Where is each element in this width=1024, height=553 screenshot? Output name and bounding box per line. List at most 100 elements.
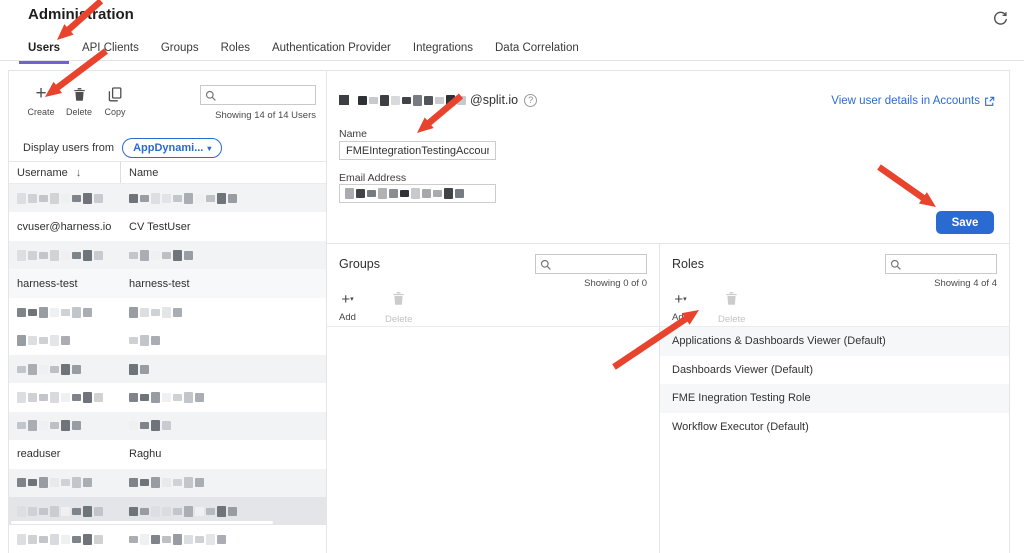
redacted-pixel <box>129 337 138 344</box>
delete-label: Delete <box>718 314 745 325</box>
table-row[interactable] <box>9 326 326 354</box>
name-cell: harness-test <box>121 278 326 290</box>
table-row[interactable] <box>9 383 326 411</box>
redacted-pixel <box>17 422 26 429</box>
redacted-pixel <box>39 337 48 344</box>
redacted-pixel <box>140 250 149 261</box>
table-row[interactable] <box>9 412 326 440</box>
redacted-pixel <box>206 508 215 515</box>
redacted-pixel <box>195 536 204 543</box>
table-row[interactable] <box>9 298 326 326</box>
redacted-pixel <box>140 394 149 401</box>
delete-role-button-disabled[interactable]: Delete <box>718 291 745 325</box>
horizontal-scrollbar[interactable] <box>11 521 273 524</box>
delete-label: Delete <box>59 107 99 117</box>
redacted-pixel <box>140 195 149 202</box>
username-cell <box>9 391 121 403</box>
copy-label: Copy <box>95 107 135 117</box>
redacted-pixel <box>217 535 226 544</box>
groups-title: Groups <box>339 257 380 271</box>
table-row[interactable] <box>9 525 326 553</box>
redacted-pixel <box>83 193 92 204</box>
add-role-button[interactable]: +▾ Add <box>672 291 689 323</box>
delete-group-button-disabled[interactable]: Delete <box>385 291 412 325</box>
redacted-pixel <box>184 193 193 204</box>
page-title: Administration <box>28 6 134 23</box>
redacted-pixel <box>140 479 149 486</box>
groups-search <box>535 254 647 274</box>
redacted-pixel <box>140 335 149 346</box>
table-row[interactable]: cvuser@harness.ioCV TestUser <box>9 212 326 240</box>
add-label: Add <box>339 312 356 323</box>
help-icon[interactable]: ? <box>524 94 537 107</box>
email-field[interactable] <box>339 184 496 203</box>
users-search-input[interactable] <box>219 86 313 104</box>
redacted-pixel <box>94 393 103 402</box>
table-row[interactable] <box>9 241 326 269</box>
groups-search-input[interactable] <box>554 255 644 273</box>
redacted-pixel <box>140 422 149 429</box>
redacted-pixel <box>61 336 70 345</box>
refresh-button[interactable] <box>989 9 1011 31</box>
table-row[interactable]: harness-testharness-test <box>9 269 326 297</box>
redacted-pixel <box>173 534 182 545</box>
redacted-pixel <box>83 250 92 261</box>
name-field[interactable] <box>339 141 496 160</box>
users-search <box>200 85 316 105</box>
table-row-selected[interactable] <box>9 497 326 525</box>
redacted-pixel <box>17 193 26 204</box>
redacted-pixel <box>50 506 59 517</box>
users-table-header: Username ↓ Name <box>9 161 326 184</box>
username-cell <box>9 534 121 546</box>
copy-user-button[interactable]: Copy <box>95 83 135 117</box>
redacted-pixel <box>422 189 431 198</box>
redacted-pixel <box>50 392 59 403</box>
username-cell <box>9 334 121 346</box>
redacted-pixel <box>140 308 149 317</box>
redacted-pixel <box>28 393 37 402</box>
refresh-icon <box>992 10 1009 30</box>
role-list-item[interactable]: FME Inegration Testing Role <box>660 384 1009 413</box>
name-cell <box>121 363 326 375</box>
redacted-pixel <box>39 252 48 259</box>
redacted-pixel <box>184 477 193 488</box>
create-user-button[interactable]: + Create <box>21 83 61 117</box>
redacted-pixel <box>151 309 160 316</box>
table-row[interactable] <box>9 184 326 212</box>
redacted-pixel <box>391 96 400 105</box>
sort-descending-icon[interactable]: ↓ <box>76 167 82 179</box>
role-list-item[interactable]: Workflow Executor (Default) <box>660 413 1009 442</box>
table-row[interactable] <box>9 355 326 383</box>
redacted-pixel <box>151 477 160 488</box>
delete-user-button[interactable]: Delete <box>59 83 99 117</box>
user-source-dropdown[interactable]: AppDynami...▾ <box>122 138 222 158</box>
redacted-pixel <box>444 188 453 199</box>
role-list-item[interactable]: Applications & Dashboards Viewer (Defaul… <box>660 327 1009 356</box>
username-cell: cvuser@harness.io <box>9 221 121 233</box>
table-row[interactable]: readuserRaghu <box>9 440 326 468</box>
column-header-username[interactable]: Username ↓ <box>9 162 121 183</box>
redacted-pixel <box>28 535 37 544</box>
copy-icon <box>95 83 135 105</box>
redacted-pixel <box>162 478 171 487</box>
roles-section: Roles Showing 4 of 4 +▾ Add <box>660 244 1009 553</box>
column-header-name[interactable]: Name <box>121 167 326 179</box>
redacted-pixel <box>129 478 138 487</box>
table-row[interactable] <box>9 469 326 497</box>
redacted-pixel <box>184 506 193 517</box>
redacted-pixel <box>345 188 354 199</box>
roles-search-input[interactable] <box>904 255 994 273</box>
name-cell <box>121 334 326 346</box>
role-list-item[interactable]: Dashboards Viewer (Default) <box>660 356 1009 385</box>
email-label: Email Address <box>339 172 406 184</box>
redacted-pixel <box>83 308 92 317</box>
add-group-button[interactable]: +▾ Add <box>339 291 356 323</box>
redacted-pixel <box>94 251 103 260</box>
redacted-pixel <box>72 421 81 430</box>
save-button[interactable]: Save <box>936 211 994 234</box>
redacted-pixel <box>173 479 182 486</box>
redacted-pixel <box>28 479 37 486</box>
view-user-details-link[interactable]: View user details in Accounts <box>831 95 995 107</box>
redacted-pixel <box>162 536 171 543</box>
redacted-pixel <box>162 507 171 516</box>
